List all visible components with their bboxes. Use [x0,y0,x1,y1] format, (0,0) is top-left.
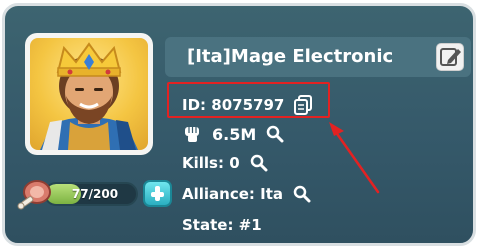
search-icon[interactable] [250,154,268,172]
stamina-widget: 77/200 [17,177,172,211]
alliance-value: Alliance: Ita [182,185,283,203]
power-row: 6.5M [182,124,284,144]
stamina-bar: 77/200 [44,182,138,206]
search-icon[interactable] [293,185,311,203]
edit-icon [440,48,461,66]
player-profile-panel: 77/200 [Ita]Mage Electronic ID: 8075797 [2,3,476,246]
kills-row: Kills: 0 [182,154,268,172]
stamina-value: 77/200 [71,187,119,201]
add-stamina-button[interactable] [143,180,172,207]
state-value: State: #1 [182,216,262,234]
kills-value: Kills: 0 [182,154,240,172]
meat-icon [17,180,51,210]
avatar-image [30,38,148,150]
id-highlight-box [167,82,330,118]
fist-icon [185,127,199,142]
state-row: State: #1 [182,216,262,234]
player-name: [Ita]Mage Electronic [187,46,394,67]
alliance-row: Alliance: Ita [182,185,311,203]
edit-name-button[interactable] [436,43,464,71]
power-value: 6.5M [212,124,257,144]
name-bar: [Ita]Mage Electronic [165,37,471,77]
player-avatar[interactable] [25,33,153,155]
search-icon[interactable] [266,125,284,143]
